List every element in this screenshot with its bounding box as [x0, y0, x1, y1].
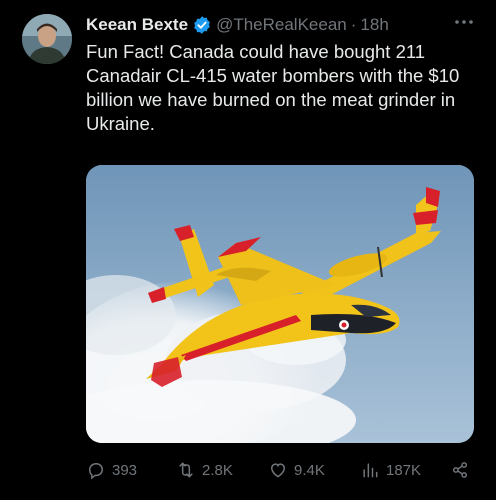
- share-button[interactable]: [450, 458, 476, 482]
- like-button[interactable]: 9.4K: [268, 458, 325, 482]
- view-count: 187K: [386, 461, 422, 479]
- repost-button[interactable]: 2.8K: [176, 458, 233, 482]
- post-media[interactable]: [86, 165, 474, 443]
- reply-button[interactable]: 393: [86, 458, 137, 482]
- repost-count: 2.8K: [202, 461, 233, 479]
- author-name[interactable]: Keean Bexte: [86, 15, 188, 35]
- tweet: Keean Bexte @TheRealKeean · 18h Fun Fact…: [0, 0, 496, 500]
- tweet-header: Keean Bexte @TheRealKeean · 18h: [86, 14, 389, 36]
- post-text: Fun Fact! Canada could have bought 211 C…: [86, 41, 460, 134]
- reply-count: 393: [112, 461, 138, 479]
- like-count: 9.4K: [294, 461, 325, 479]
- action-bar: 393 2.8K 9.4K 187K: [86, 458, 478, 482]
- repost-icon: [179, 462, 193, 478]
- reply-icon: [88, 463, 104, 480]
- heart-icon: [270, 463, 286, 478]
- more-options-icon[interactable]: [452, 12, 476, 32]
- verified-badge-icon: [192, 15, 212, 35]
- post-time[interactable]: 18h: [360, 15, 388, 35]
- water-bomber-photo: [86, 165, 474, 443]
- views-button[interactable]: 187K: [360, 458, 421, 482]
- author-handle[interactable]: @TheRealKeean: [216, 15, 347, 35]
- avatar-image: [22, 14, 72, 64]
- views-chart-icon: [363, 463, 378, 478]
- avatar[interactable]: [22, 14, 72, 64]
- separator-dot: ·: [350, 15, 357, 34]
- share-icon: [452, 462, 468, 478]
